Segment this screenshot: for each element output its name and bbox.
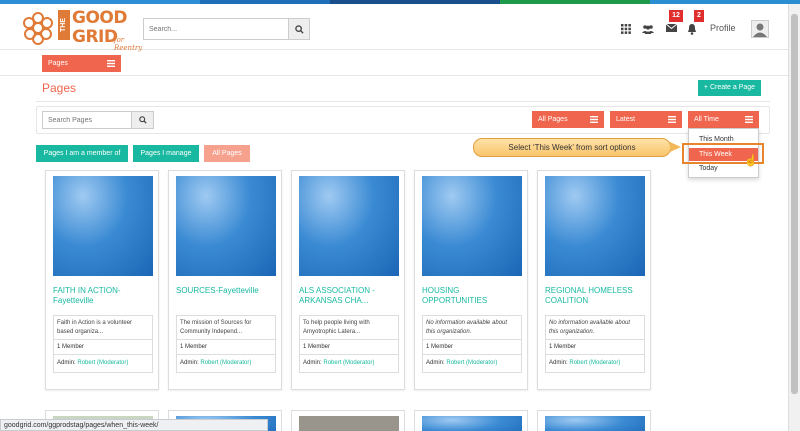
admin-label: Admin: <box>426 360 445 366</box>
page-card-title[interactable]: SOURCES-Fayetteville <box>176 286 276 296</box>
callout-arrow <box>670 142 681 152</box>
page-card-admin: Admin: Robert (Moderator) <box>176 355 276 373</box>
page-card-image[interactable] <box>422 176 522 276</box>
hand-cursor-icon: ☝ <box>744 155 758 167</box>
mail-icon[interactable] <box>665 23 677 36</box>
instruction-callout: Select ‘This Week’ from sort options <box>473 138 671 157</box>
page-card-image[interactable] <box>422 416 522 431</box>
page-card-members: 1 Member <box>176 340 276 355</box>
list-menu-icon <box>745 116 753 123</box>
page-card[interactable]: SOURCES-Fayetteville The mission of Sour… <box>168 170 282 390</box>
admin-name-link[interactable]: Robert (Moderator) <box>77 360 128 366</box>
page-card-image[interactable] <box>53 176 153 276</box>
type-filter-button[interactable]: All Pages <box>532 111 604 128</box>
logo-the-text: THE <box>58 10 70 40</box>
list-menu-icon <box>107 60 115 67</box>
pages-search-button[interactable] <box>131 112 153 128</box>
page-card[interactable] <box>414 410 528 431</box>
user-silhouette-icon <box>753 23 767 37</box>
site-header: THE GOOD GRID for Reentry 12 2 Profile <box>0 4 788 52</box>
page-card-members: 1 Member <box>299 340 399 355</box>
admin-name-link[interactable]: Robert (Moderator) <box>323 360 374 366</box>
admin-label: Admin: <box>57 360 76 366</box>
sub-navigation-bar: Pages <box>0 50 788 76</box>
pages-menu-label: Pages <box>48 60 68 67</box>
apps-grid-icon[interactable] <box>620 24 632 36</box>
page-card[interactable]: HOUSING OPPORTUNITIES No information ava… <box>414 170 528 390</box>
page-card-image[interactable] <box>545 176 645 276</box>
page-card-description: Faith in Action is a volunteer based org… <box>53 315 153 340</box>
bell-icon[interactable] <box>686 24 698 36</box>
browser-status-url: goodgrid.com/ggprodstag/pages/when_this-… <box>0 419 268 431</box>
time-filter-label: All Time <box>694 116 719 123</box>
page-card[interactable]: REGIONAL HOMELESS COALITION No informati… <box>537 170 651 390</box>
pages-search <box>42 111 154 129</box>
admin-label: Admin: <box>303 360 322 366</box>
scrollbar-thumb[interactable] <box>791 14 798 394</box>
page-card[interactable] <box>291 410 405 431</box>
create-page-button[interactable]: + Create a Page <box>698 80 761 96</box>
profile-link[interactable]: Profile <box>710 23 736 33</box>
pages-menu-button[interactable]: Pages <box>42 55 121 72</box>
page-card-members: 1 Member <box>545 340 645 355</box>
page-card[interactable]: FAITH IN ACTION-Fayetteville Faith in Ac… <box>45 170 159 390</box>
page-card-image[interactable] <box>176 176 276 276</box>
flower-logo-icon <box>23 12 53 45</box>
page-card[interactable] <box>537 410 651 431</box>
page-card-description: The mission of Sources for Community Ind… <box>176 315 276 340</box>
title-divider <box>36 101 770 102</box>
logo-grid-text: GRID <box>72 27 118 47</box>
page-card-title[interactable]: ALS ASSOCIATION - ARKANSAS CHA... <box>299 286 399 306</box>
page-card-admin: Admin: Robert (Moderator) <box>299 355 399 373</box>
site-logo[interactable]: THE GOOD GRID for Reentry <box>20 8 142 52</box>
page-card-title[interactable]: HOUSING OPPORTUNITIES <box>422 286 522 306</box>
page-card-title[interactable]: REGIONAL HOMELESS COALITION <box>545 286 645 306</box>
page-card-admin: Admin: Robert (Moderator) <box>545 355 645 373</box>
list-menu-icon <box>590 116 598 123</box>
admin-name-link[interactable]: Robert (Moderator) <box>446 360 497 366</box>
pages-search-input[interactable] <box>43 112 133 128</box>
admin-name-link[interactable]: Robert (Moderator) <box>200 360 251 366</box>
time-filter-button[interactable]: All Time <box>688 111 759 128</box>
page-card-admin: Admin: Robert (Moderator) <box>53 355 153 373</box>
page-card-image[interactable] <box>299 176 399 276</box>
page-title: Pages <box>42 81 77 95</box>
notification-count-badge: 2 <box>694 10 704 22</box>
page-scrollbar[interactable] <box>788 4 800 431</box>
page-card-description: No information available about this orga… <box>422 315 522 340</box>
search-icon <box>138 116 147 124</box>
order-filter-button[interactable]: Latest <box>610 111 682 128</box>
header-search-button[interactable] <box>288 19 309 39</box>
tab-pages-i-manage[interactable]: Pages I manage <box>133 145 199 162</box>
admin-name-link[interactable]: Robert (Moderator) <box>569 360 620 366</box>
logo-good-text: GOOD <box>72 8 127 28</box>
page-card-members: 1 Member <box>53 340 153 355</box>
page-card-image[interactable] <box>545 416 645 431</box>
page-card-image[interactable] <box>299 416 399 431</box>
tab-all-pages[interactable]: All Pages <box>204 145 250 162</box>
page-card-admin: Admin: Robert (Moderator) <box>422 355 522 373</box>
page-card[interactable]: ALS ASSOCIATION - ARKANSAS CHA... To hel… <box>291 170 405 390</box>
group-icon[interactable] <box>642 24 654 36</box>
order-filter-label: Latest <box>616 116 636 123</box>
admin-label: Admin: <box>549 360 568 366</box>
header-search <box>143 18 310 40</box>
tab-pages-member-of[interactable]: Pages I am a member of <box>36 145 128 162</box>
avatar[interactable] <box>751 20 769 38</box>
search-icon <box>294 24 304 34</box>
page-card-title[interactable]: FAITH IN ACTION-Fayetteville <box>53 286 153 306</box>
page-card-description: To help people living with Amyotrophic L… <box>299 315 399 340</box>
header-search-input[interactable] <box>144 19 289 39</box>
admin-label: Admin: <box>180 360 199 366</box>
page-card-description: No information available about this orga… <box>545 315 645 340</box>
list-menu-icon <box>668 116 676 123</box>
mail-count-badge: 12 <box>669 10 683 22</box>
type-filter-label: All Pages <box>538 116 568 123</box>
page-card-members: 1 Member <box>422 340 522 355</box>
